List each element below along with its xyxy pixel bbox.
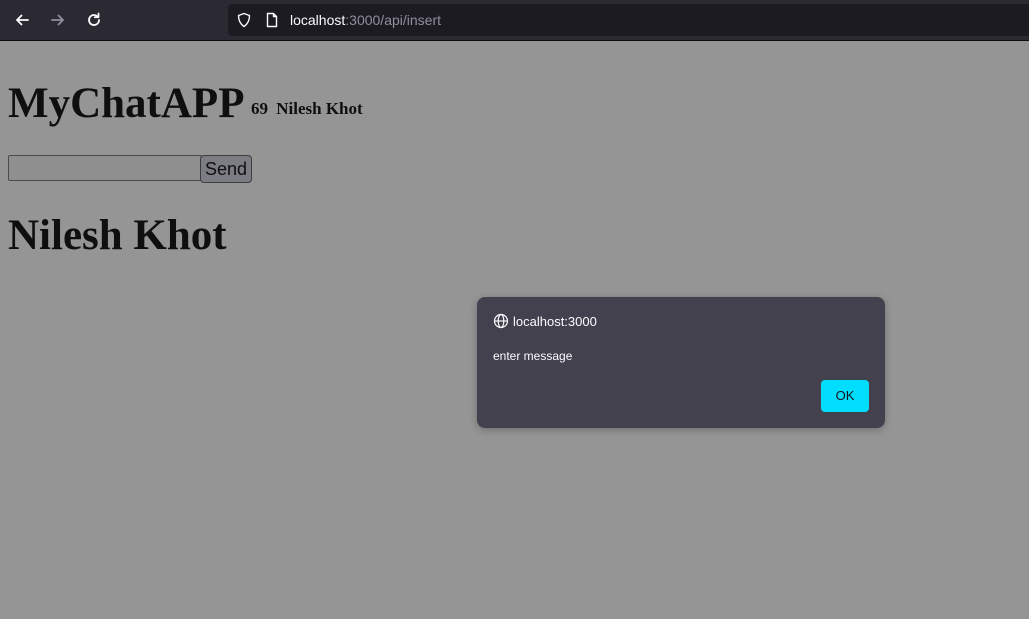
forward-arrow-icon	[51, 14, 64, 26]
dialog-origin: localhost:3000	[513, 313, 597, 329]
reload-button[interactable]	[79, 6, 109, 34]
back-arrow-icon	[16, 14, 29, 26]
chat-user-heading: Nilesh Khot	[8, 212, 227, 259]
user-name: Nilesh Khot	[276, 99, 363, 118]
send-button[interactable]: Send	[200, 155, 252, 183]
dialog-message: enter message	[493, 349, 573, 363]
url-host: localhost	[290, 12, 346, 28]
user-label: 69 Nilesh Khot	[251, 99, 363, 119]
url-bar[interactable]: localhost:3000/api/insert	[228, 4, 1029, 36]
reload-icon	[88, 12, 100, 26]
user-id: 69	[251, 99, 268, 118]
globe-icon	[493, 313, 509, 329]
app-title: MyChatAPP	[8, 80, 245, 127]
url-path: :3000/api/insert	[345, 12, 441, 28]
browser-toolbar: localhost:3000/api/insert	[0, 0, 1029, 41]
back-button[interactable]	[7, 6, 37, 34]
page-icon[interactable]	[264, 12, 280, 28]
message-input[interactable]	[8, 155, 202, 181]
url-text[interactable]: localhost:3000/api/insert	[290, 12, 441, 28]
dialog-header: localhost:3000	[493, 313, 597, 329]
shield-icon[interactable]	[236, 12, 252, 28]
alert-dialog: localhost:3000 enter message OK	[477, 297, 885, 428]
ok-button[interactable]: OK	[821, 380, 869, 412]
forward-button[interactable]	[43, 6, 73, 34]
